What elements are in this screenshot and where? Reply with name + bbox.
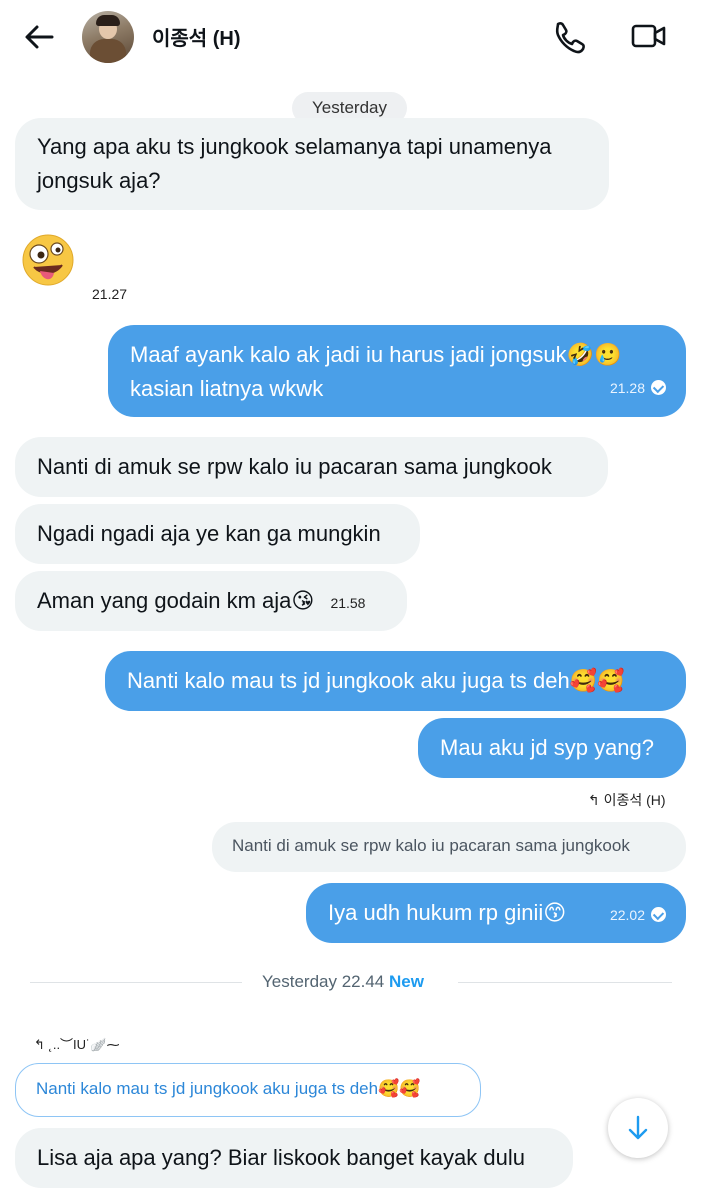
message-time: 21.27 — [92, 286, 128, 302]
zany-face-emoji-icon — [22, 234, 74, 286]
message-meta: 22.02 — [610, 883, 666, 945]
incoming-message[interactable]: Nanti di amuk se rpw kalo iu pacaran sam… — [15, 437, 608, 497]
new-badge: New — [388, 972, 424, 991]
read-check-icon — [651, 380, 666, 395]
outgoing-message[interactable]: Maaf ayank kalo ak jadi iu harus jadi jo… — [108, 325, 686, 417]
message-text: Aman yang godain km aja😘 — [37, 588, 315, 613]
incoming-message[interactable]: Aman yang godain km aja😘 21.58 — [15, 571, 407, 631]
message-text: Mau aku jd syp yang? — [440, 735, 655, 760]
divider-line — [30, 982, 242, 983]
scroll-to-bottom-button[interactable] — [608, 1098, 668, 1158]
quoted-message[interactable]: Nanti kalo mau ts jd jungkook aku juga t… — [15, 1063, 481, 1117]
message-time: 22.02 — [609, 907, 645, 923]
outgoing-message[interactable]: Nanti kalo mau ts jd jungkook aku juga t… — [105, 651, 686, 711]
message-text: Ngadi ngadi aja ye kan ga mungkin — [37, 521, 381, 546]
outgoing-message[interactable]: Iya udh hukum rp ginii😙 22.02 — [306, 883, 686, 943]
incoming-message[interactable]: Ngadi ngadi aja ye kan ga mungkin — [15, 504, 420, 564]
divider-line — [458, 982, 672, 983]
message-text: Maaf ayank kalo ak jadi iu harus jadi jo… — [130, 342, 622, 367]
arrow-left-icon[interactable] — [22, 20, 56, 54]
divider-time: Yesterday 22.44 — [262, 972, 385, 991]
read-check-icon — [651, 907, 666, 922]
message-time: 21.58 — [330, 595, 366, 611]
emoji-message[interactable] — [20, 232, 76, 293]
outgoing-message[interactable]: Mau aku jd syp yang? — [418, 718, 686, 778]
arrow-down-icon — [628, 1115, 648, 1140]
new-messages-divider: Yesterday 22.44 New — [262, 972, 424, 992]
message-text: Lisa aja apa yang? Biar liskook banget k… — [37, 1145, 525, 1170]
reply-to-label: ↰ ˛..︶IU˙🪽⁓ — [34, 1037, 120, 1052]
video-camera-icon[interactable] — [628, 16, 668, 56]
message-text: Nanti kalo mau ts jd jungkook aku juga t… — [127, 668, 625, 693]
message-text: Nanti di amuk se rpw kalo iu pacaran sam… — [37, 454, 552, 479]
reply-to-label: ↰ 이종석 (H) — [588, 792, 666, 808]
message-text: kasian liatnya wkwk — [130, 376, 324, 401]
contact-name[interactable]: 이종석 (H) — [152, 22, 241, 51]
phone-icon[interactable] — [548, 16, 588, 56]
message-meta: 21.28 — [610, 369, 666, 405]
quoted-message[interactable]: Nanti di amuk se rpw kalo iu pacaran sam… — [212, 822, 686, 872]
message-text: Yang apa aku ts jungkook selamanya tapi … — [37, 134, 552, 159]
chat-header: 이종석 (H) — [0, 0, 701, 72]
message-text: Iya udh hukum rp ginii😙 — [328, 900, 567, 925]
avatar[interactable] — [82, 11, 134, 63]
incoming-message[interactable]: Lisa aja apa yang? Biar liskook banget k… — [15, 1128, 573, 1188]
message-time: 21.28 — [609, 380, 645, 396]
incoming-message[interactable]: Yang apa aku ts jungkook selamanya tapi … — [15, 118, 609, 210]
message-text: jongsuk aja? — [37, 168, 161, 193]
